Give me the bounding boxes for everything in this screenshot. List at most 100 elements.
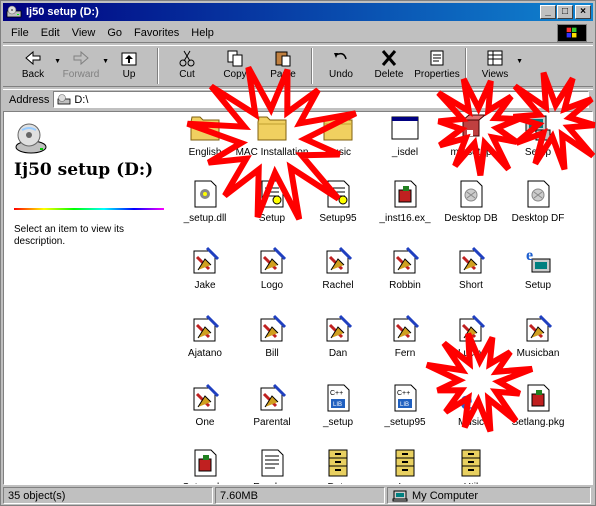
file-item[interactable]: Util (438, 447, 504, 484)
file-item-label: Lucky (457, 348, 485, 359)
status-zone: My Computer (387, 487, 591, 504)
menu-go[interactable]: Go (107, 27, 122, 39)
file-item-label: Setup (524, 147, 552, 158)
file-item[interactable]: Readme (239, 447, 305, 484)
file-item[interactable]: C++ LIB _setup95 (372, 382, 438, 440)
back-button[interactable]: Back ▼ (9, 46, 61, 86)
file-item[interactable]: Dan (305, 313, 371, 371)
file-item[interactable]: _isdel (372, 112, 438, 170)
file-item-label: _setup95 (384, 417, 426, 428)
file-item-label: Music (457, 417, 485, 428)
file-item-label: _setup (322, 417, 354, 428)
menu-edit[interactable]: Edit (41, 27, 60, 39)
file-item-label: English (188, 147, 222, 158)
paint-icon (326, 314, 353, 342)
forward-button[interactable]: Forward ▼ (57, 46, 109, 86)
back-label: Back (21, 69, 45, 80)
cabinet-icon (328, 449, 348, 477)
drive-icon (6, 5, 22, 18)
file-item[interactable]: One (172, 382, 238, 440)
file-item-label: _inst16.ex_ (379, 213, 431, 224)
file-item[interactable]: Lucky (438, 313, 504, 371)
views-button[interactable]: Views ▼ (471, 46, 523, 86)
file-item[interactable]: Ajatano (172, 313, 238, 371)
properties-button[interactable]: Properties (413, 46, 461, 86)
menu-view[interactable]: View (72, 27, 96, 39)
file-item[interactable]: Bill (239, 313, 305, 371)
file-item-label: Util (464, 482, 478, 484)
views-dropdown-icon[interactable]: ▼ (516, 58, 523, 65)
toolbar-separator (157, 48, 159, 84)
file-item-label: Readme (253, 482, 291, 484)
paint-icon (260, 246, 287, 274)
file-item[interactable]: Setup.pkg (172, 447, 238, 484)
menu-file[interactable]: File (11, 27, 29, 39)
file-item[interactable]: Desktop DF (505, 178, 571, 236)
window-title: Ij50 setup (D:) (26, 6, 99, 18)
file-item[interactable]: e Setup (505, 245, 571, 303)
views-icon (487, 50, 503, 66)
file-item[interactable]: Rachel (305, 245, 371, 303)
file-item[interactable]: Setup (239, 178, 305, 236)
file-item[interactable]: Desktop DB (438, 178, 504, 236)
scissors-icon (179, 50, 195, 67)
ini-icon (261, 180, 284, 208)
paint-icon (393, 314, 420, 342)
file-item-label: Setup95 (319, 213, 357, 224)
paint-icon (193, 246, 220, 274)
file-item[interactable]: Ins (372, 447, 438, 484)
file-item[interactable]: Logo (239, 245, 305, 303)
menu-favorites[interactable]: Favorites (134, 27, 179, 39)
doc-gray-icon (527, 180, 550, 208)
close-button[interactable]: × (575, 5, 591, 19)
file-item[interactable]: _inst16.ex_ (372, 178, 438, 236)
package-icon (194, 449, 217, 477)
file-item[interactable]: Data (305, 447, 371, 484)
cabinet-icon (461, 449, 481, 477)
file-item[interactable]: Setup95 (305, 178, 371, 236)
delete-x-icon (381, 50, 397, 66)
file-item[interactable]: Parental (239, 382, 305, 440)
file-item-label: Setup (524, 280, 552, 291)
file-item[interactable]: Jake (172, 245, 238, 303)
file-item-label: Jake (194, 280, 216, 291)
menu-help[interactable]: Help (191, 27, 214, 39)
status-object-count: 35 object(s) (3, 487, 213, 504)
cut-button[interactable]: Cut (163, 46, 211, 86)
status-zone-label: My Computer (412, 489, 479, 502)
package-icon (527, 384, 550, 412)
file-item[interactable]: Setup (505, 112, 571, 170)
paint-icon (393, 246, 420, 274)
delete-button[interactable]: Delete (365, 46, 413, 86)
title-bar[interactable]: Ij50 setup (D:) _ □ × (3, 3, 593, 21)
views-label: Views (481, 69, 509, 80)
cd-drive-icon (15, 123, 47, 154)
file-item[interactable]: Setlang.pkg (505, 382, 571, 440)
file-item[interactable]: Short (438, 245, 504, 303)
file-item[interactable]: mmsetup (438, 112, 504, 170)
file-item[interactable]: MAC Installation (236, 112, 308, 170)
file-item[interactable]: English (172, 112, 238, 170)
address-label: Address (9, 93, 50, 106)
file-item[interactable]: C++ LIB _setup (305, 382, 371, 440)
paste-button[interactable]: Paste (259, 46, 307, 86)
paste-label: Paste (270, 69, 296, 80)
file-item-label: Ins (398, 482, 411, 484)
file-item[interactable]: e Music (438, 382, 504, 440)
file-item-label: Musicban (516, 348, 560, 359)
file-item[interactable]: Music (305, 112, 371, 170)
file-item[interactable]: Robbin (372, 245, 438, 303)
toolbar: Back ▼ Forward ▼ Up Cut Copy Paste Undo (3, 45, 593, 87)
minimize-button[interactable]: _ (540, 5, 556, 19)
maximize-button[interactable]: □ (557, 5, 573, 19)
up-button[interactable]: Up (105, 46, 153, 86)
undo-button[interactable]: Undo (317, 46, 365, 86)
address-input[interactable]: D:\ (53, 91, 589, 108)
undo-label: Undo (329, 69, 353, 80)
file-item[interactable]: Musicban (505, 313, 571, 371)
file-item-label: Parental (253, 417, 291, 428)
web-view-panel: Ij50 setup (D:) Select an item to view i… (4, 112, 174, 484)
file-item[interactable]: _setup.dll (172, 178, 238, 236)
file-item[interactable]: Fern (372, 313, 438, 371)
copy-button[interactable]: Copy (211, 46, 259, 86)
